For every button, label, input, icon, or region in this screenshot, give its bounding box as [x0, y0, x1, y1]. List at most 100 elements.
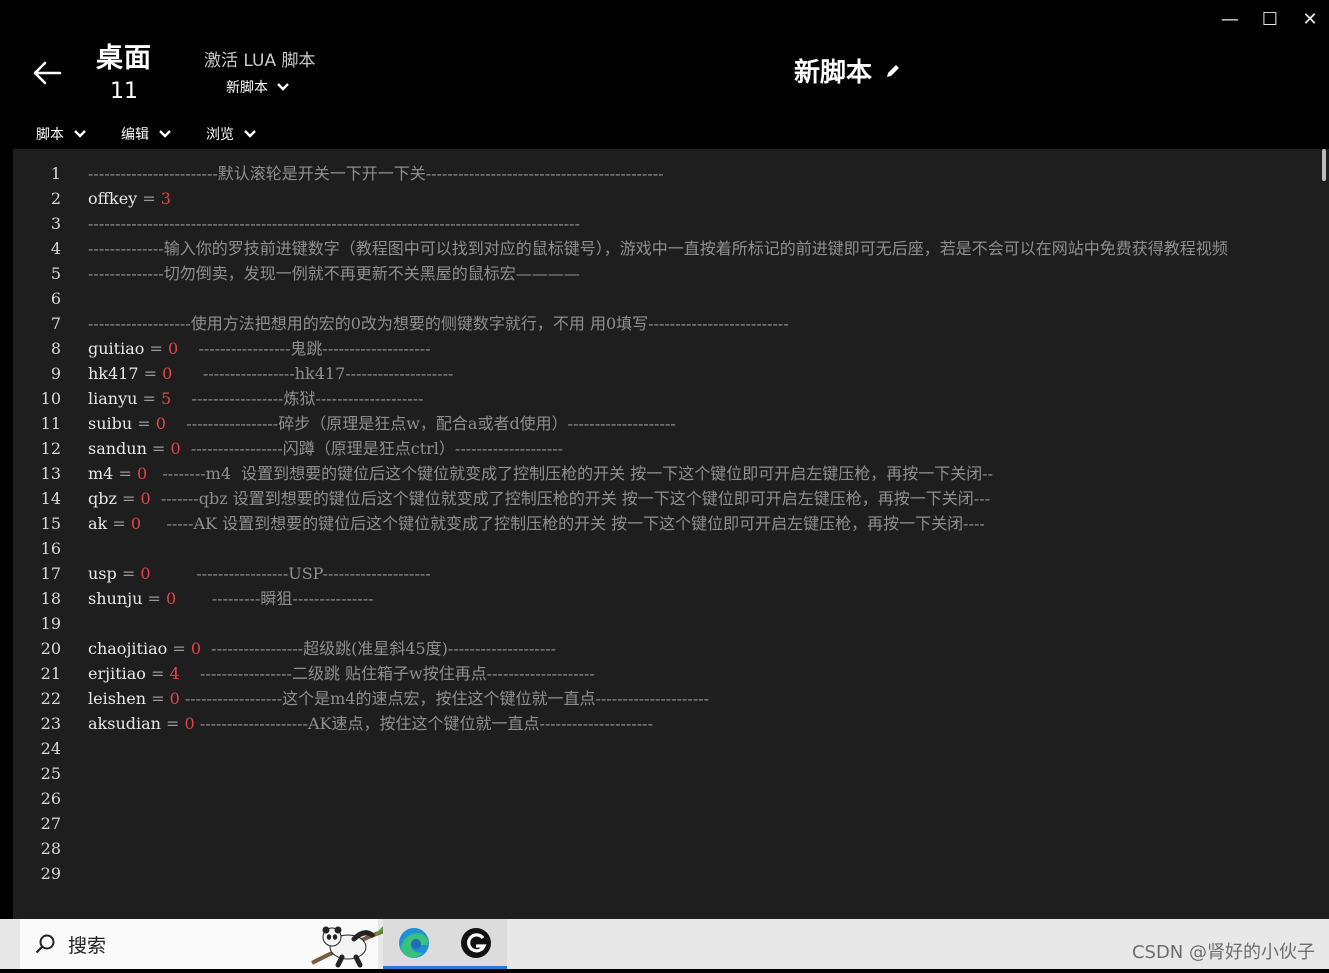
taskbar-search[interactable]: 搜索: [20, 919, 395, 969]
code-line[interactable]: 28: [13, 836, 1320, 861]
line-number: 27: [40, 814, 61, 833]
code-line[interactable]: 10 lianyu = 5 -----------------炼狱--------…: [13, 386, 1320, 411]
profile-number: 11: [110, 79, 138, 104]
code-line[interactable]: 27: [13, 811, 1320, 836]
code-line[interactable]: 9 hk417 = 0 -----------------hk417-------…: [13, 361, 1320, 386]
comment: -----------------hk417------------------…: [202, 364, 454, 383]
code-line[interactable]: 19: [13, 611, 1320, 636]
code-text: usp = 0 -----------------USP------------…: [88, 561, 431, 586]
close-button[interactable]: ✕: [1296, 8, 1324, 32]
chevron-down-icon: [277, 83, 289, 91]
number-value: 0: [155, 414, 166, 433]
code-line[interactable]: 14 qbz = 0 -------qbz 设置到想要的键位后这个键位就变成了控制…: [13, 486, 1320, 511]
assign-operator: =: [145, 664, 170, 683]
line-number: 8: [50, 339, 61, 358]
line-number: 1: [50, 164, 61, 183]
assign-operator: =: [167, 639, 191, 658]
menu-view[interactable]: 浏览: [206, 124, 257, 144]
number-value: 0: [130, 514, 141, 533]
number-value: 0: [140, 564, 151, 583]
comment: --------------输入你的罗技前进键数字（教程图中可以找到对应的鼠标键…: [88, 239, 1228, 258]
assign-operator: =: [142, 589, 166, 608]
code-line[interactable]: 25: [13, 761, 1320, 786]
number-value: 0: [162, 364, 173, 383]
code-line[interactable]: 29: [13, 861, 1320, 886]
assign-operator: =: [146, 689, 170, 708]
code-text: erjitiao = 4 -----------------二级跳 贴住箱子w按…: [88, 661, 595, 686]
variable-name: ak: [88, 514, 108, 533]
code-line[interactable]: 4 --------------输入你的罗技前进键数字（教程图中可以找到对应的鼠标…: [13, 236, 1320, 261]
chevron-down-icon: [74, 130, 86, 138]
assign-operator: =: [107, 514, 131, 533]
line-number: 13: [40, 464, 61, 483]
code-text: --------------切勿倒卖，发现一例就不再更新不关黑屋的鼠标宏————: [88, 261, 580, 286]
code-line[interactable]: 7 -------------------使用方法把想用的宏的0改为想要的侧键数字…: [13, 311, 1320, 336]
comment: -------qbz 设置到想要的键位后这个键位就变成了控制压枪的开关 按一下这…: [160, 489, 991, 508]
menu-edit[interactable]: 编辑: [121, 124, 172, 144]
comment: -----AK 设置到想要的键位后这个键位就变成了控制压枪的开关 按一下这个键位…: [166, 514, 985, 533]
code-line[interactable]: 6: [13, 286, 1320, 311]
minimize-button[interactable]: —: [1216, 8, 1244, 32]
code-line[interactable]: 15 ak = 0 -----AK 设置到想要的键位后这个键位就变成了控制压枪的开…: [13, 511, 1320, 536]
code-line[interactable]: 12 sandun = 0 -----------------闪蹲（原理是狂点ct…: [13, 436, 1320, 461]
back-button[interactable]: [30, 56, 64, 90]
variable-name: aksudian: [88, 714, 161, 733]
maximize-button[interactable]: ☐: [1256, 8, 1284, 32]
taskbar-logitech-ghub[interactable]: [445, 919, 507, 969]
code-line[interactable]: 3 ---------------------------------------…: [13, 211, 1320, 236]
code-text: shunju = 0 ---------瞬狙---------------: [88, 586, 374, 611]
line-number: 24: [40, 739, 61, 758]
code-line[interactable]: 23 aksudian = 0 --------------------AK速点，…: [13, 711, 1320, 736]
edge-browser-icon: [399, 928, 429, 958]
line-number: 4: [50, 239, 61, 258]
code-text: suibu = 0 -----------------碎步（原理是狂点w，配合a…: [88, 411, 676, 436]
variable-name: chaojitiao: [88, 639, 168, 658]
assign-operator: =: [146, 439, 171, 458]
line-number: 21: [40, 664, 61, 683]
menu-script[interactable]: 脚本: [36, 124, 87, 144]
number-value: 3: [160, 189, 171, 208]
code-line[interactable]: 26: [13, 786, 1320, 811]
code-line[interactable]: 8 guitiao = 0 -----------------鬼跳--------…: [13, 336, 1320, 361]
code-line[interactable]: 16: [13, 536, 1320, 561]
pencil-icon[interactable]: [884, 62, 902, 80]
code-line[interactable]: 24: [13, 736, 1320, 761]
line-number: 20: [40, 639, 61, 658]
variable-name: offkey: [88, 189, 138, 208]
code-line[interactable]: 5 --------------切勿倒卖，发现一例就不再更新不关黑屋的鼠标宏———…: [13, 261, 1320, 286]
code-line[interactable]: 18 shunju = 0 ---------瞬狙---------------: [13, 586, 1320, 611]
comment: -----------------碎步（原理是狂点w，配合a或者d使用）----…: [186, 414, 676, 433]
assign-operator: =: [116, 564, 141, 583]
comment: -----------------闪蹲（原理是狂点ctrl）----------…: [190, 439, 564, 458]
line-number: 19: [40, 614, 61, 633]
line-number: 2: [50, 189, 61, 208]
code-text: guitiao = 0 -----------------鬼跳---------…: [88, 336, 431, 361]
scrollbar-thumb[interactable]: [1322, 149, 1326, 181]
comment: -------------------使用方法把想用的宏的0改为想要的侧键数字就…: [88, 314, 789, 333]
code-line[interactable]: 1 ------------------------默认滚轮是开关一下开一下关--…: [13, 161, 1320, 186]
line-number: 18: [40, 589, 61, 608]
code-line[interactable]: 2 offkey = 3: [13, 186, 1320, 211]
code-editor[interactable]: 1 ------------------------默认滚轮是开关一下开一下关--…: [13, 149, 1320, 919]
chevron-down-icon: [244, 130, 256, 138]
line-number: 14: [40, 489, 61, 508]
line-number: 11: [40, 414, 61, 433]
code-line[interactable]: 20 chaojitiao = 0 -----------------超级跳(准星…: [13, 636, 1320, 661]
variable-name: hk417: [88, 364, 139, 383]
code-line[interactable]: 11 suibu = 0 -----------------碎步（原理是狂点w，配…: [13, 411, 1320, 436]
number-value: 0: [184, 714, 195, 733]
code-text: ak = 0 -----AK 设置到想要的键位后这个键位就变成了控制压枪的开关 …: [88, 511, 985, 536]
code-line[interactable]: 21 erjitiao = 4 -----------------二级跳 贴住箱子…: [13, 661, 1320, 686]
number-value: 0: [136, 464, 148, 483]
line-number: 12: [40, 439, 61, 458]
line-number: 6: [50, 289, 61, 308]
code-line[interactable]: 13 m4 = 0 --------m4 设置到想要的键位后这个键位就变成了控制压…: [13, 461, 1320, 486]
variable-name: sandun: [88, 439, 147, 458]
editor-scrollbar[interactable]: [1320, 149, 1329, 919]
code-line[interactable]: 22 leishen = 0 ------------------这个是m4的速点…: [13, 686, 1320, 711]
comment: ------------------------默认滚轮是开关一下开一下关---…: [88, 164, 664, 183]
script-select[interactable]: 新脚本: [226, 77, 316, 97]
taskbar-edge[interactable]: [383, 919, 445, 969]
line-number: 3: [50, 214, 61, 233]
code-line[interactable]: 17 usp = 0 -----------------USP----------…: [13, 561, 1320, 586]
